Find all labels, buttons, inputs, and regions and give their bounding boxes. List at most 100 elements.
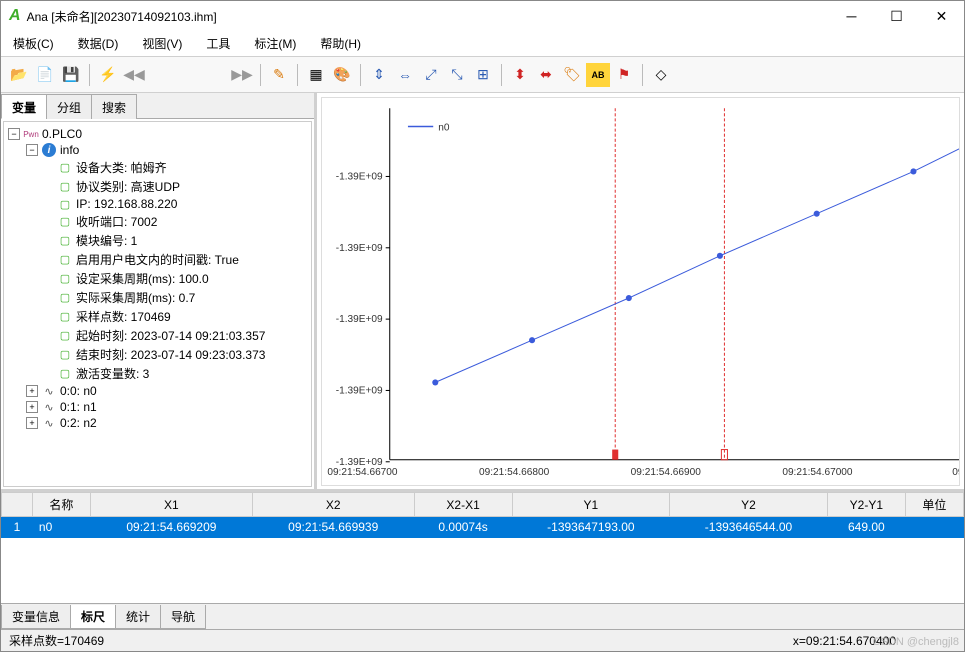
tab-variables[interactable]: 变量 xyxy=(1,94,47,119)
table-cell: 649.00 xyxy=(827,517,905,538)
label-ab-button[interactable]: AB xyxy=(586,63,610,87)
statusbar: 采样点数=170469 x=09:21:54.670400 CSDN @chen… xyxy=(1,629,964,651)
tree-item-label: 收听端口: 7002 xyxy=(76,213,157,230)
fit-horizontal-button[interactable]: ⇔ xyxy=(393,63,417,87)
maximize-button[interactable]: ☐ xyxy=(874,1,919,31)
cursor2-button[interactable]: ⬌ xyxy=(534,63,558,87)
table-header[interactable]: Y2-Y1 xyxy=(827,493,905,517)
menu-annotate[interactable]: 标注(M) xyxy=(250,33,300,54)
data-point xyxy=(432,379,438,385)
table-header[interactable]: X1 xyxy=(90,493,252,517)
table-header[interactable]: 名称 xyxy=(32,493,90,517)
tree-item-label: 设定采集周期(ms): 100.0 xyxy=(76,270,209,287)
tree-info-item[interactable]: ▢ 收听端口: 7002 xyxy=(8,212,307,231)
tree-item-label: 实际采集周期(ms): 0.7 xyxy=(76,289,195,306)
fit-vertical-button[interactable]: ⇕ xyxy=(367,63,391,87)
tree-item-label: 结束时刻: 2023-07-14 09:23:03.373 xyxy=(76,346,265,363)
tree-signal-item[interactable]: +∿0:2: n2 xyxy=(8,415,307,431)
x-tick-label: 09:21:5 xyxy=(952,467,959,478)
refresh-button[interactable]: ⚡ xyxy=(96,63,120,87)
tree-info-item[interactable]: ▢ 结束时刻: 2023-07-14 09:23:03.373 xyxy=(8,345,307,364)
tab-nav[interactable]: 导航 xyxy=(160,605,206,629)
chart-pane: n0 -1.39E+09-1.39E+09-1.39E+09-1.39E+09-… xyxy=(317,93,964,489)
tab-var-info[interactable]: 变量信息 xyxy=(1,605,71,629)
pencil-button[interactable]: ✎ xyxy=(267,63,291,87)
doc-icon: ▢ xyxy=(58,215,72,229)
status-left: 采样点数=170469 xyxy=(9,632,104,649)
save-button[interactable]: 💾 xyxy=(59,63,83,87)
add-button[interactable]: 📄 xyxy=(33,63,57,87)
tree-item-label: 0:0: n0 xyxy=(60,384,97,398)
tab-groups[interactable]: 分组 xyxy=(46,94,92,119)
zoom-in-button[interactable]: ⤢ xyxy=(419,63,443,87)
x-tick-label: 09:21:54.66800 xyxy=(479,467,550,478)
table-cell: 09:21:54.669939 xyxy=(252,517,414,538)
tree-toggle[interactable]: + xyxy=(26,417,38,429)
table-header[interactable]: X2-X1 xyxy=(414,493,512,517)
tree-signal-item[interactable]: +∿0:1: n1 xyxy=(8,399,307,415)
table-row[interactable]: 1n009:21:54.66920909:21:54.6699390.00074… xyxy=(2,517,964,538)
tree-info-item[interactable]: ▢IP: 192.168.88.220 xyxy=(8,196,307,212)
tree-toggle[interactable]: + xyxy=(26,385,38,397)
eraser-button[interactable]: ◇ xyxy=(649,63,673,87)
menu-data[interactable]: 数据(D) xyxy=(74,33,123,54)
data-point xyxy=(529,337,535,343)
tree-item-label: IP: 192.168.88.220 xyxy=(76,197,177,211)
tab-stats[interactable]: 统计 xyxy=(115,605,161,629)
zoom-region-button[interactable]: ⊞ xyxy=(471,63,495,87)
table-header[interactable]: Y1 xyxy=(512,493,670,517)
tree-info-item[interactable]: ▢模块编号: 1 xyxy=(8,231,307,250)
menu-template[interactable]: 模板(C) xyxy=(9,33,58,54)
data-point xyxy=(717,253,723,259)
tree-item-label: 起始时刻: 2023-07-14 09:21:03.357 xyxy=(76,327,265,344)
zoom-out-button[interactable]: ⤡ xyxy=(445,63,469,87)
tree-info-item[interactable]: ▢设定采集周期(ms): 100.0 xyxy=(8,269,307,288)
tag-button[interactable]: 🏷 xyxy=(560,63,584,87)
tree-item-label: 激活变量数: 3 xyxy=(76,365,149,382)
tree-info-item[interactable]: ▢起始时刻: 2023-07-14 09:21:03.357 xyxy=(8,326,307,345)
open-button[interactable]: 📂 xyxy=(7,63,31,87)
close-button[interactable]: ✕ xyxy=(919,1,964,31)
chart[interactable]: n0 -1.39E+09-1.39E+09-1.39E+09-1.39E+09-… xyxy=(321,97,960,486)
table-header[interactable]: Y2 xyxy=(670,493,828,517)
y-tick-label: -1.39E+09 xyxy=(336,314,383,325)
forward-button[interactable]: ▶▶ xyxy=(230,63,254,87)
tree-item-label: 0:1: n1 xyxy=(60,400,97,414)
doc-icon: ▢ xyxy=(58,348,72,362)
tree-info-item[interactable]: ▢采样点数: 170469 xyxy=(8,307,307,326)
table-header[interactable]: X2 xyxy=(252,493,414,517)
tree-toggle[interactable]: − xyxy=(8,128,20,140)
tree-toggle[interactable]: + xyxy=(26,401,38,413)
grid-button[interactable]: ▦ xyxy=(304,63,328,87)
data-table[interactable]: 名称X1X2X2-X1Y1Y2Y2-Y1单位 1n009:21:54.66920… xyxy=(1,492,964,603)
palette-button[interactable]: 🎨 xyxy=(330,63,354,87)
cursor1-button[interactable]: ⬍ xyxy=(508,63,532,87)
menu-view[interactable]: 视图(V) xyxy=(138,33,186,54)
data-point xyxy=(910,168,916,174)
menu-help[interactable]: 帮助(H) xyxy=(316,33,365,54)
tree-info-item[interactable]: ▢设备大类: 帕姆齐 xyxy=(8,158,307,177)
tree-info-item[interactable]: ▢启用用户电文内的时间戳: True xyxy=(8,250,307,269)
signal-icon: ∿ xyxy=(42,416,56,430)
variable-tree[interactable]: − Pwn 0.PLC0 − i info ▢设备大类: 帕姆齐▢协议类别: 高… xyxy=(3,121,312,487)
menubar: 模板(C) 数据(D) 视图(V) 工具 标注(M) 帮助(H) xyxy=(1,31,964,57)
tree-signal-item[interactable]: +∿0:0: n0 xyxy=(8,383,307,399)
minimize-button[interactable]: ─ xyxy=(829,1,874,31)
tab-search[interactable]: 搜索 xyxy=(91,94,137,119)
table-header[interactable]: 单位 xyxy=(905,493,963,517)
bottom-tab-bar: 变量信息 标尺 统计 导航 xyxy=(1,603,964,629)
tree-toggle[interactable]: − xyxy=(26,144,38,156)
tree-info-item[interactable]: ▢协议类别: 高速UDP xyxy=(8,177,307,196)
flag-button[interactable]: ⚑ xyxy=(612,63,636,87)
tree-item-label: 启用用户电文内的时间戳: True xyxy=(76,251,239,268)
tree-info-item[interactable]: ▢实际采集周期(ms): 0.7 xyxy=(8,288,307,307)
table-cell: 0.00074s xyxy=(414,517,512,538)
doc-icon: ▢ xyxy=(58,234,72,248)
legend-label: n0 xyxy=(438,123,450,134)
menu-tools[interactable]: 工具 xyxy=(202,33,234,54)
tree-item-label: 采样点数: 170469 xyxy=(76,308,171,325)
tree-info-item[interactable]: ▢激活变量数: 3 xyxy=(8,364,307,383)
rewind-button[interactable]: ◀◀ xyxy=(122,63,146,87)
tab-ruler[interactable]: 标尺 xyxy=(70,605,116,629)
table-header[interactable] xyxy=(2,493,33,517)
